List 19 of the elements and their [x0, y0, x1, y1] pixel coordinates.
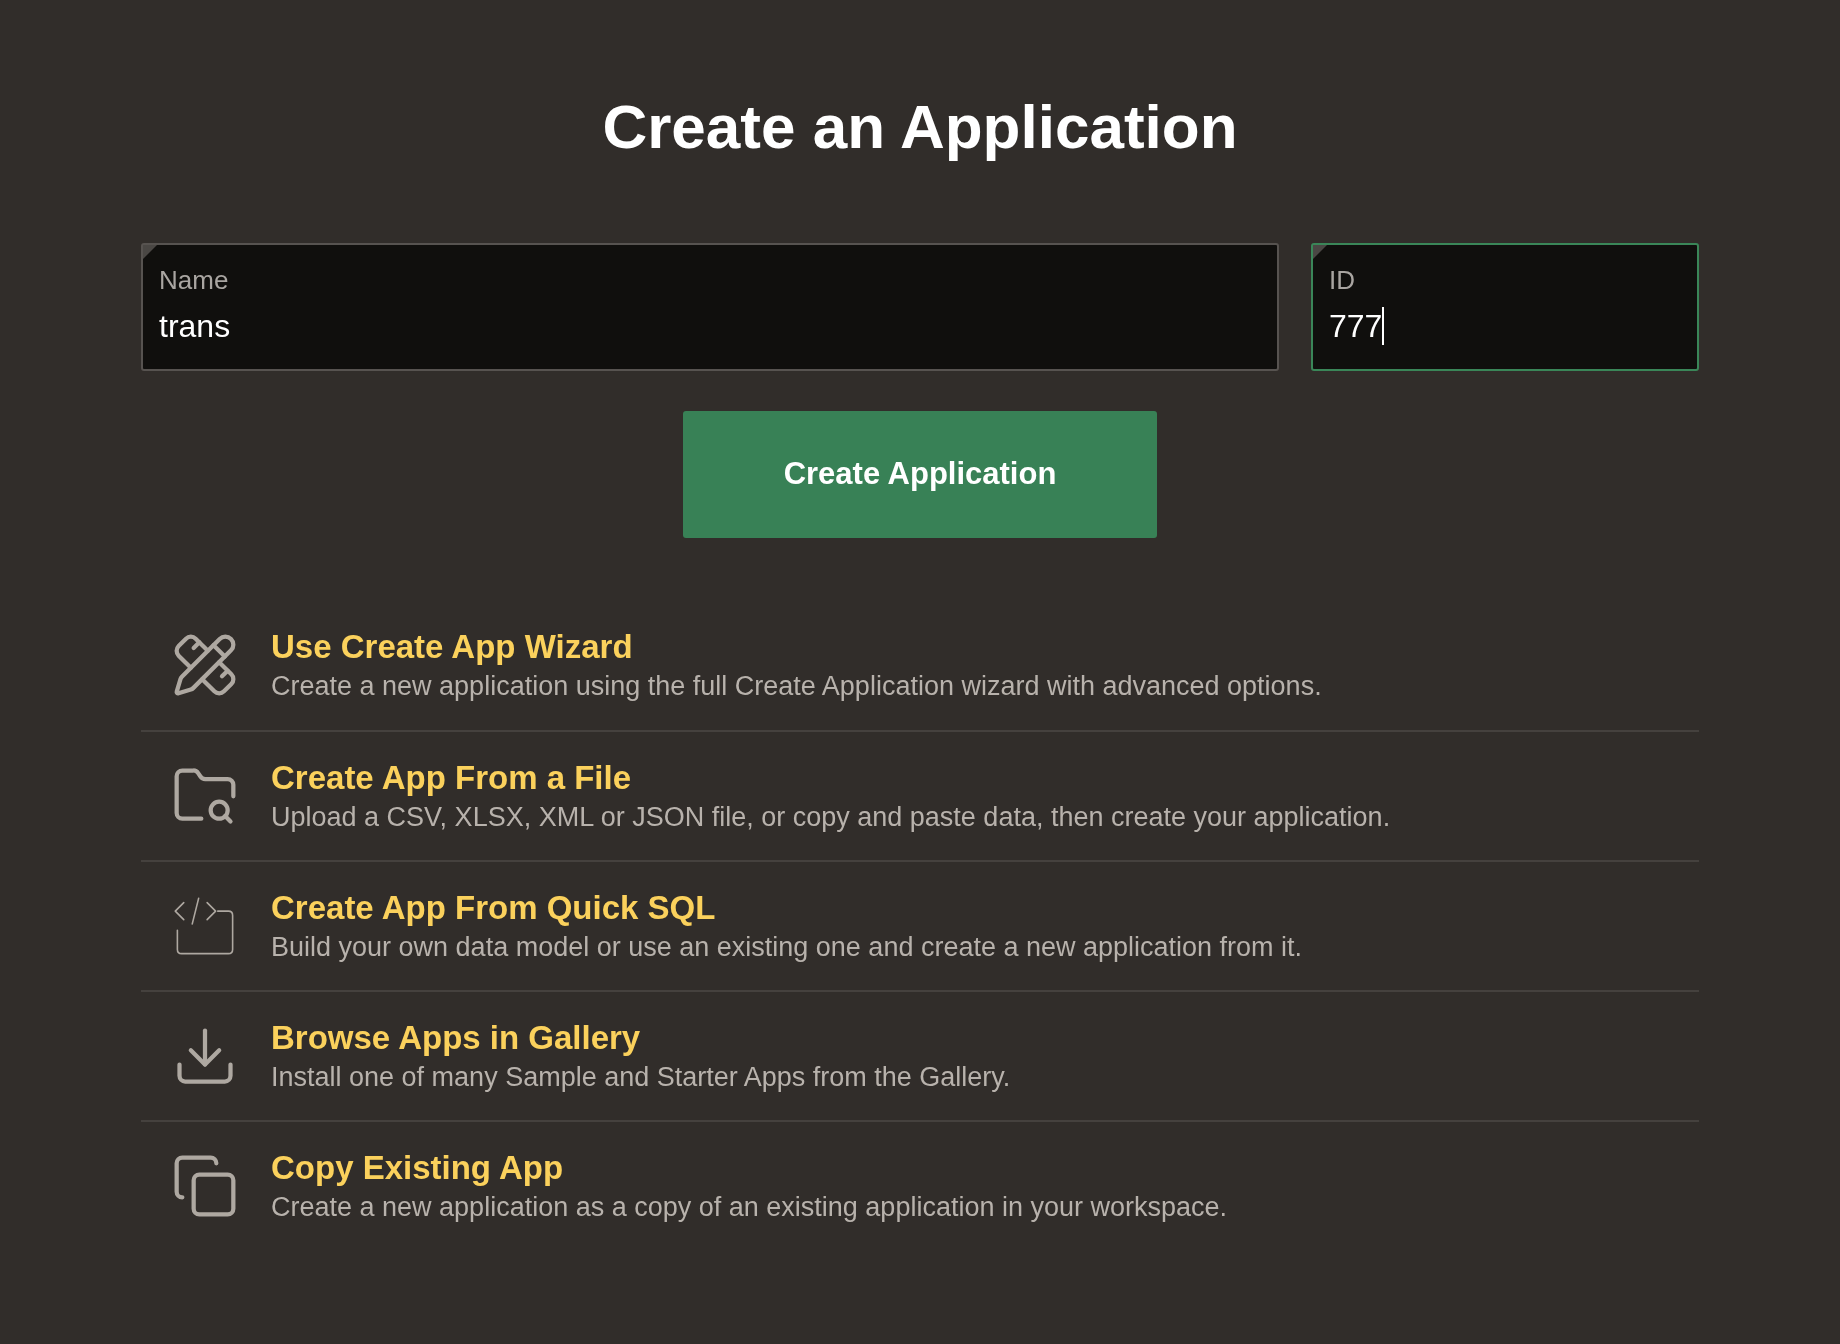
- option-link[interactable]: Browse Apps in Gallery: [271, 1017, 1011, 1059]
- option-link[interactable]: Use Create App Wizard: [271, 626, 1322, 668]
- field-label: ID: [1329, 264, 1356, 297]
- corner-marker-icon: [143, 245, 157, 259]
- option-link[interactable]: Copy Existing App: [271, 1147, 1228, 1189]
- option-description: Build your own data model or use an existing one and create a new application from it.: [271, 931, 1303, 964]
- option-description: Install one of many Sample and Starter Apps from the Gallery.: [271, 1061, 1011, 1094]
- option-description: Upload a CSV, XLSX, XML or JSON file, or copy and paste data, then create your application.: [271, 801, 1391, 834]
- corner-marker-icon: [1313, 245, 1327, 259]
- text-cursor: [1382, 307, 1385, 345]
- input-field[interactable]: ID 777: [1311, 243, 1699, 371]
- field-label: Name: [159, 264, 230, 297]
- option-link[interactable]: Create App From Quick SQL: [271, 887, 1303, 929]
- option-description: Create a new application as a copy of an existing application in your workspace.: [271, 1191, 1228, 1224]
- create-application-button[interactable]: Create Application: [683, 411, 1157, 538]
- page-title: Create an Application: [602, 91, 1238, 163]
- option-description: Create a new application using the full Create Application wizard with advanced options.: [271, 670, 1322, 703]
- input-field[interactable]: Name trans: [141, 243, 1279, 371]
- option-link[interactable]: Create App From a File: [271, 757, 1391, 799]
